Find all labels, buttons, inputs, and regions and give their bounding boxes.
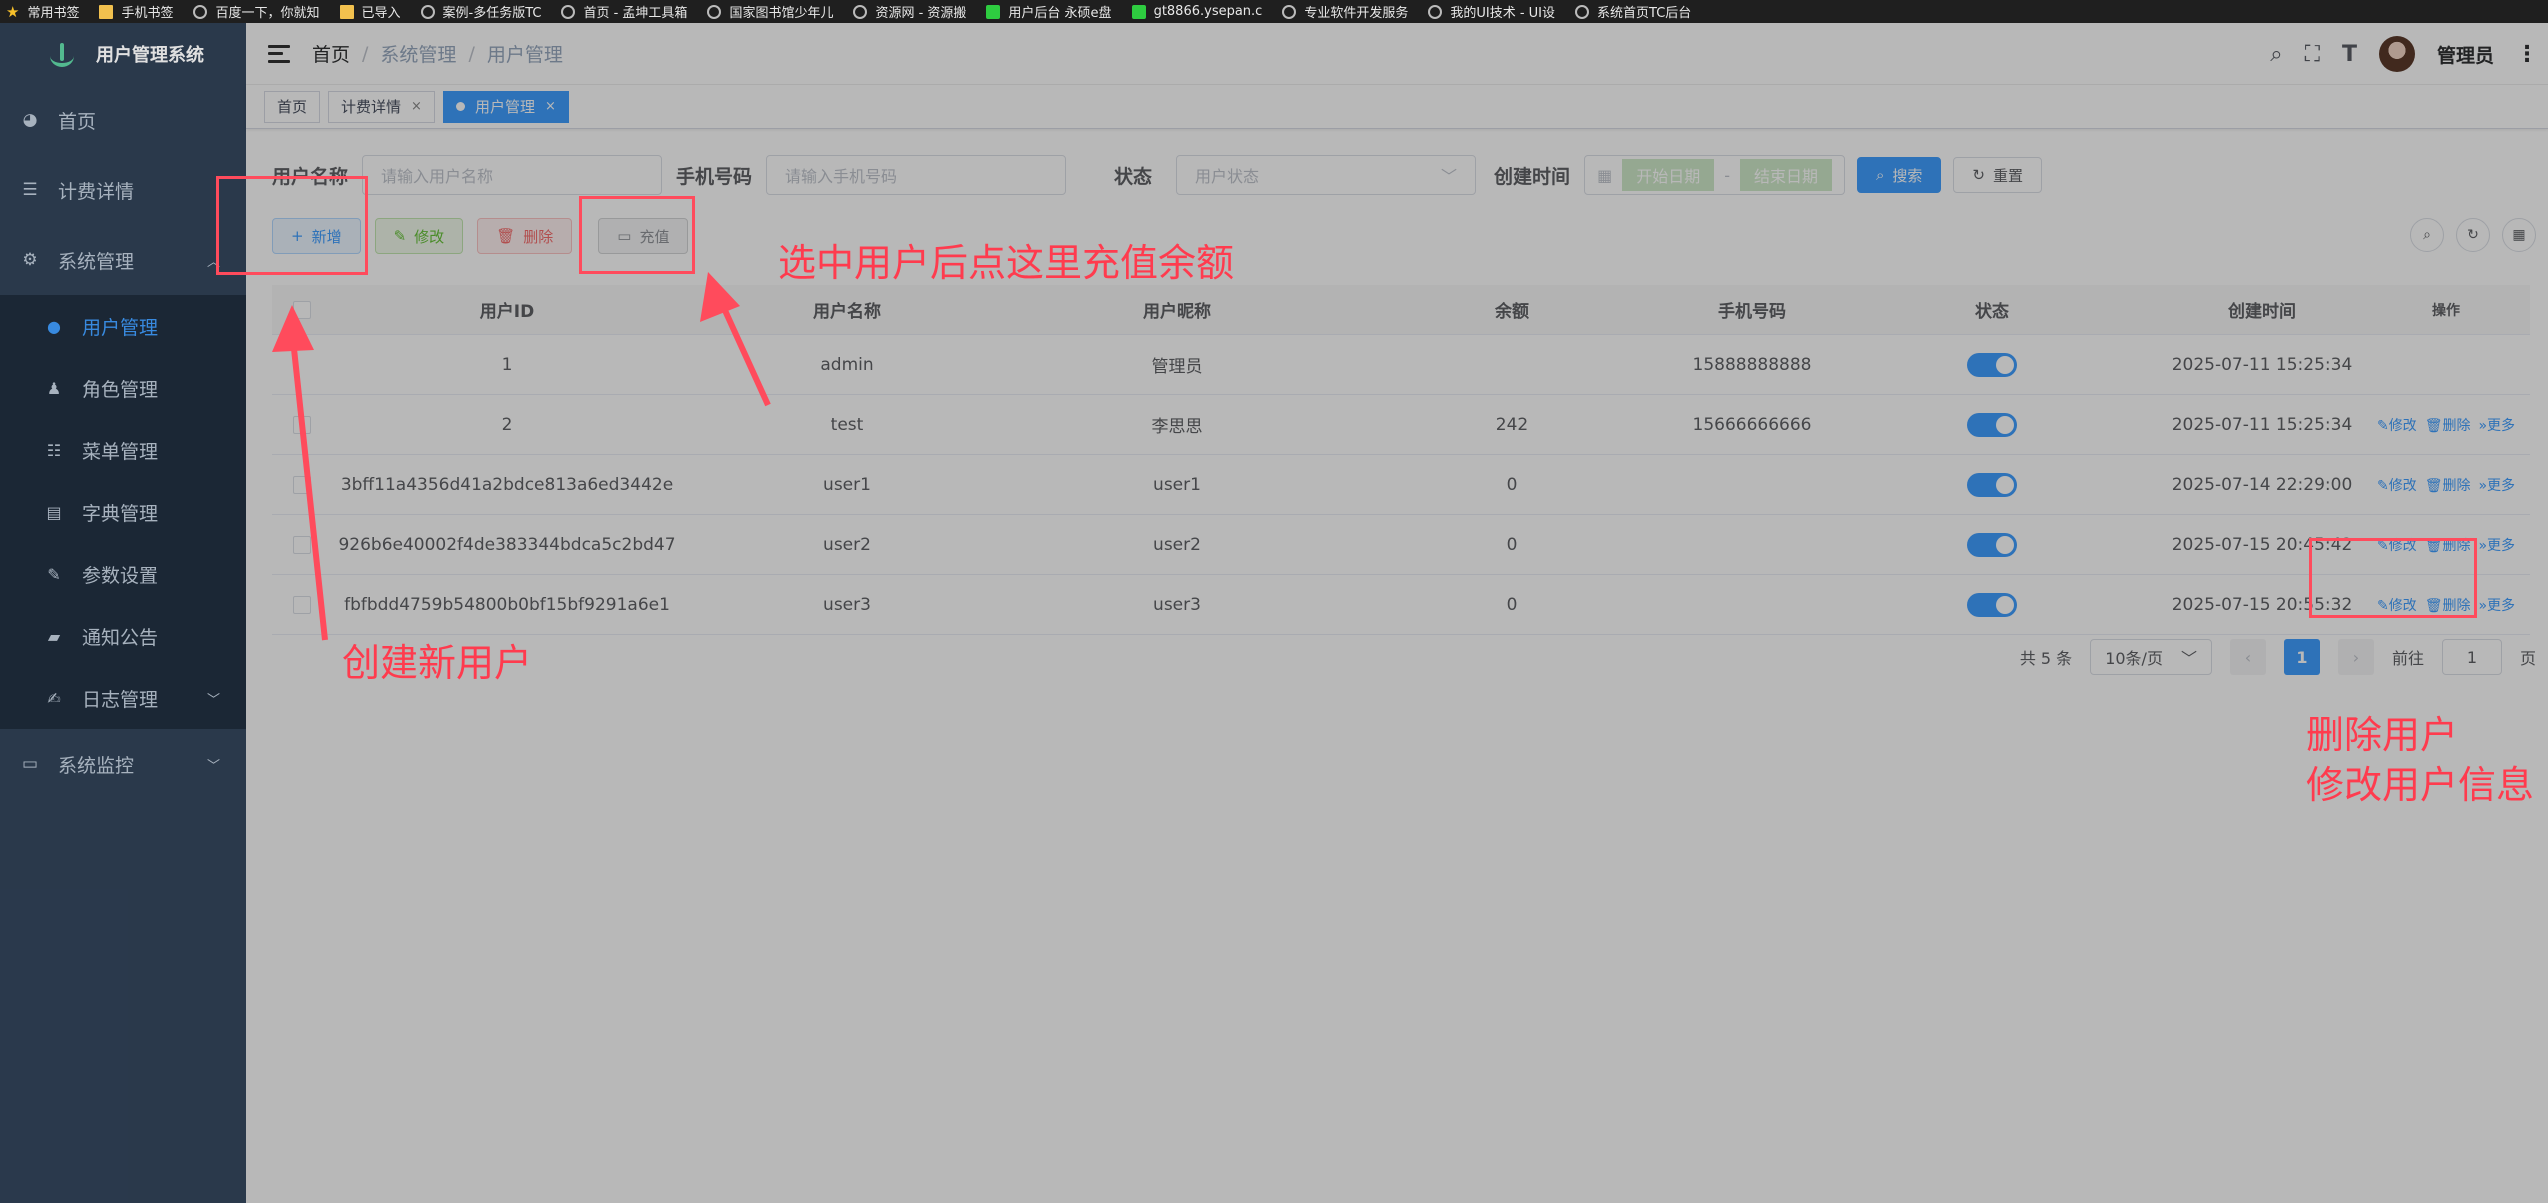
annotation-edit-hint: 修改用户信息 — [2306, 763, 2535, 807]
annotation-box-recharge — [579, 196, 695, 274]
annotation-create-hint: 创建新用户 — [342, 641, 533, 685]
annotation-delete-hint: 删除用户 — [2306, 713, 2459, 757]
arrowhead-create-user — [272, 305, 314, 352]
annotation-recharge-hint: 选中用户后点这里充值余额 — [778, 241, 1235, 285]
arrow-create-user — [289, 329, 328, 641]
annotation-arrows — [272, 272, 771, 641]
annotation-box-ops — [2309, 538, 2477, 618]
arrowhead-recharge — [700, 272, 740, 322]
annotation-box-add — [216, 176, 368, 275]
